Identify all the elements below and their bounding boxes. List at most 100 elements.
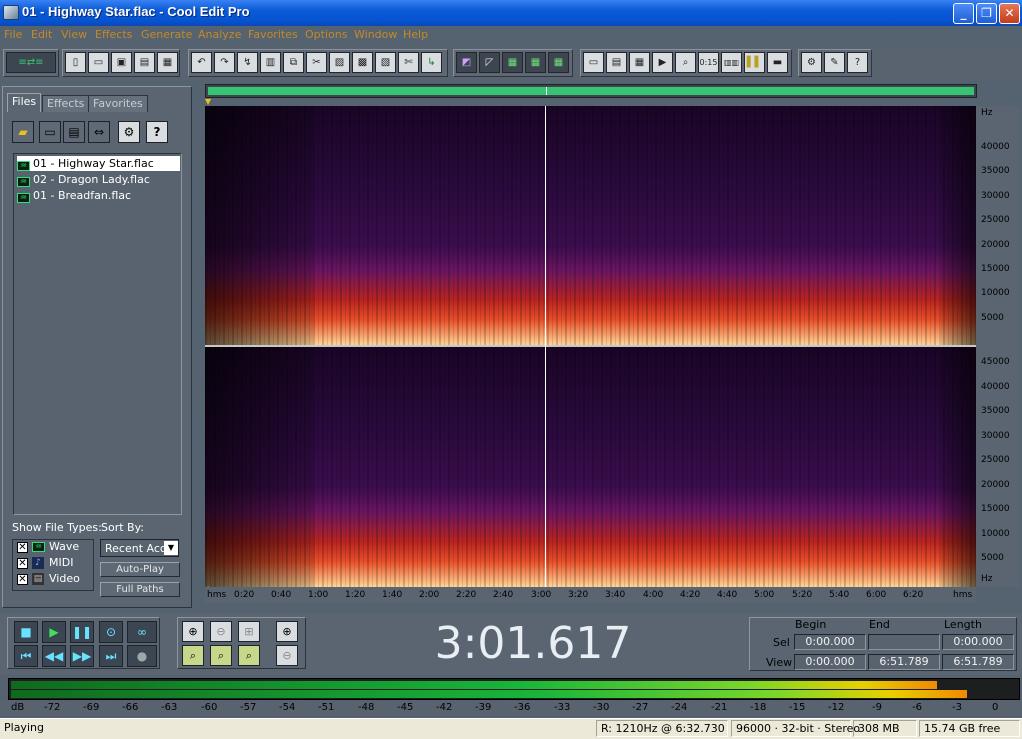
frequency-ruler[interactable] bbox=[976, 106, 1020, 587]
app-icon[interactable] bbox=[3, 5, 19, 20]
envelope-icon[interactable]: ↳ bbox=[421, 52, 442, 73]
menu-view[interactable]: View bbox=[61, 28, 87, 41]
menu-edit[interactable]: Edit bbox=[31, 28, 52, 41]
cut-icon[interactable]: ✂ bbox=[306, 52, 327, 73]
overview-range[interactable] bbox=[208, 87, 974, 95]
help-icon[interactable]: ? bbox=[847, 52, 868, 73]
sel-length-field[interactable]: 0:00.000 bbox=[942, 634, 1014, 650]
tab-effects[interactable]: Effects bbox=[42, 95, 90, 112]
maximize-button[interactable]: ❐ bbox=[976, 3, 997, 24]
tab-favorites[interactable]: Favorites bbox=[88, 95, 148, 112]
record-button[interactable]: ● bbox=[127, 645, 157, 667]
sel-end-field[interactable] bbox=[868, 634, 940, 650]
close-button[interactable]: ✕ bbox=[999, 3, 1020, 24]
select-all-icon[interactable]: ▥ bbox=[260, 52, 281, 73]
zoom-right-icon[interactable]: ⌕ bbox=[210, 645, 232, 666]
organizer-help-icon[interactable]: ? bbox=[146, 121, 168, 143]
close-file-icon[interactable]: ▦ bbox=[157, 52, 178, 73]
grid-view-alt-icon[interactable]: ▦ bbox=[548, 52, 569, 73]
spectral-view-icon[interactable]: ◸ bbox=[479, 52, 500, 73]
menu-window[interactable]: Window bbox=[354, 28, 397, 41]
level-meter[interactable] bbox=[8, 678, 1020, 700]
transport-window-icon[interactable]: ▶ bbox=[652, 52, 673, 73]
view-begin-field[interactable]: 0:00.000 bbox=[794, 654, 866, 670]
list-item[interactable]: ♒ 02 - Dragon Lady.flac bbox=[17, 172, 180, 187]
vertical-scale-icon[interactable]: ▦ bbox=[502, 52, 523, 73]
repeat-last-icon[interactable]: ↯ bbox=[237, 52, 258, 73]
spectral-display[interactable] bbox=[205, 106, 976, 587]
selection-window-icon[interactable]: ▥▥ bbox=[721, 52, 742, 73]
list-item[interactable]: ♒ 01 - Breadfan.flac bbox=[17, 188, 180, 203]
menu-file[interactable]: File bbox=[4, 28, 22, 41]
open-file-icon[interactable]: ▭ bbox=[88, 52, 109, 73]
tab-files[interactable]: Files bbox=[7, 93, 42, 112]
zoom-window-icon[interactable]: ⌕ bbox=[675, 52, 696, 73]
sel-begin-field[interactable]: 0:00.000 bbox=[794, 634, 866, 650]
menu-favorites[interactable]: Favorites bbox=[248, 28, 298, 41]
fast-forward-button[interactable]: ▶▶ bbox=[70, 645, 94, 667]
menu-effects[interactable]: Effects bbox=[95, 28, 132, 41]
midi-filter-checkbox[interactable]: ✕ bbox=[17, 558, 28, 569]
sort-by-select[interactable]: Recent Acc ▼ bbox=[100, 539, 179, 557]
save-all-icon[interactable]: ▤ bbox=[134, 52, 155, 73]
chevron-down-icon[interactable]: ▼ bbox=[164, 541, 178, 555]
mix-paste-icon[interactable]: ▧ bbox=[375, 52, 396, 73]
insert-multitrack-icon[interactable]: ⇔ bbox=[88, 121, 110, 143]
view-length-field[interactable]: 6:51.789 bbox=[942, 654, 1014, 670]
auto-play-button[interactable]: Auto-Play bbox=[100, 562, 180, 577]
redo-icon[interactable]: ↷ bbox=[214, 52, 235, 73]
zoom-out-icon[interactable]: ⊖ bbox=[210, 621, 232, 642]
level-meter-icon[interactable]: ▌▌ bbox=[744, 52, 765, 73]
info-window-icon[interactable]: ▤ bbox=[606, 52, 627, 73]
multitrack-toggle-icon[interactable]: ≡⇄≡ bbox=[6, 52, 56, 73]
status-bar-icon[interactable]: ▬ bbox=[767, 52, 788, 73]
paste-new-icon[interactable]: ▩ bbox=[352, 52, 373, 73]
undo-icon[interactable]: ↶ bbox=[191, 52, 212, 73]
zoom-left-icon[interactable]: ⌕ bbox=[182, 645, 204, 666]
options-icon[interactable]: ⚙ bbox=[801, 52, 822, 73]
copy-icon[interactable]: ⧉ bbox=[283, 52, 304, 73]
full-paths-button[interactable]: Full Paths bbox=[100, 582, 180, 597]
time-window-icon[interactable]: 0:15 bbox=[698, 52, 719, 73]
zoom-out-vertical-icon[interactable]: ⊖ bbox=[276, 645, 298, 666]
pause-button[interactable]: ❚❚ bbox=[70, 621, 94, 643]
menu-generate[interactable]: Generate bbox=[141, 28, 192, 41]
menu-help[interactable]: Help bbox=[403, 28, 428, 41]
wave-filter-checkbox[interactable]: ✕ bbox=[17, 542, 28, 553]
display-window-icon[interactable]: ▭ bbox=[583, 52, 604, 73]
menu-analyze[interactable]: Analyze bbox=[198, 28, 241, 41]
loop-button[interactable]: ∞ bbox=[127, 621, 157, 643]
channel-left[interactable] bbox=[205, 106, 976, 345]
zoom-in-vertical-icon[interactable]: ⊕ bbox=[276, 621, 298, 642]
import-icon[interactable]: ▤ bbox=[63, 121, 85, 143]
paste-icon[interactable]: ▨ bbox=[329, 52, 350, 73]
video-filter-checkbox[interactable]: ✕ bbox=[17, 574, 28, 585]
open-folder-icon[interactable]: ▰ bbox=[12, 121, 34, 143]
organizer-options-icon[interactable]: ⚙ bbox=[118, 121, 140, 143]
cue-list-icon[interactable]: ▦ bbox=[629, 52, 650, 73]
zoom-in-icon[interactable]: ⊕ bbox=[182, 621, 204, 642]
stop-button[interactable]: ■ bbox=[14, 621, 38, 643]
minimize-button[interactable]: _ bbox=[953, 3, 974, 24]
play-to-end-button[interactable]: ⊙ bbox=[99, 621, 123, 643]
overview-bar[interactable] bbox=[205, 84, 977, 98]
play-button[interactable]: ▶ bbox=[42, 621, 66, 643]
channel-right[interactable] bbox=[205, 347, 976, 587]
close-file-button-icon[interactable]: ▭ bbox=[39, 121, 61, 143]
new-file-icon[interactable]: ▯ bbox=[65, 52, 86, 73]
zoom-selection-icon[interactable]: ⌕ bbox=[238, 645, 260, 666]
zoom-full-icon[interactable]: ⊞ bbox=[238, 621, 260, 642]
list-item[interactable]: ♒ 01 - Highway Star.flac bbox=[17, 156, 180, 171]
go-to-start-button[interactable]: ⏮ bbox=[14, 645, 38, 667]
go-to-end-button[interactable]: ⏭ bbox=[99, 645, 123, 667]
view-end-field[interactable]: 6:51.789 bbox=[868, 654, 940, 670]
grid-view-icon[interactable]: ▦ bbox=[525, 52, 546, 73]
info-icon[interactable]: ✎ bbox=[824, 52, 845, 73]
playback-cursor[interactable] bbox=[545, 106, 546, 587]
rewind-button[interactable]: ◀◀ bbox=[42, 645, 66, 667]
menu-options[interactable]: Options bbox=[305, 28, 347, 41]
waveform-view-icon[interactable]: ◩ bbox=[456, 52, 477, 73]
trim-icon[interactable]: ✄ bbox=[398, 52, 419, 73]
start-marker-icon[interactable]: ▼ bbox=[205, 98, 213, 106]
save-icon[interactable]: ▣ bbox=[111, 52, 132, 73]
